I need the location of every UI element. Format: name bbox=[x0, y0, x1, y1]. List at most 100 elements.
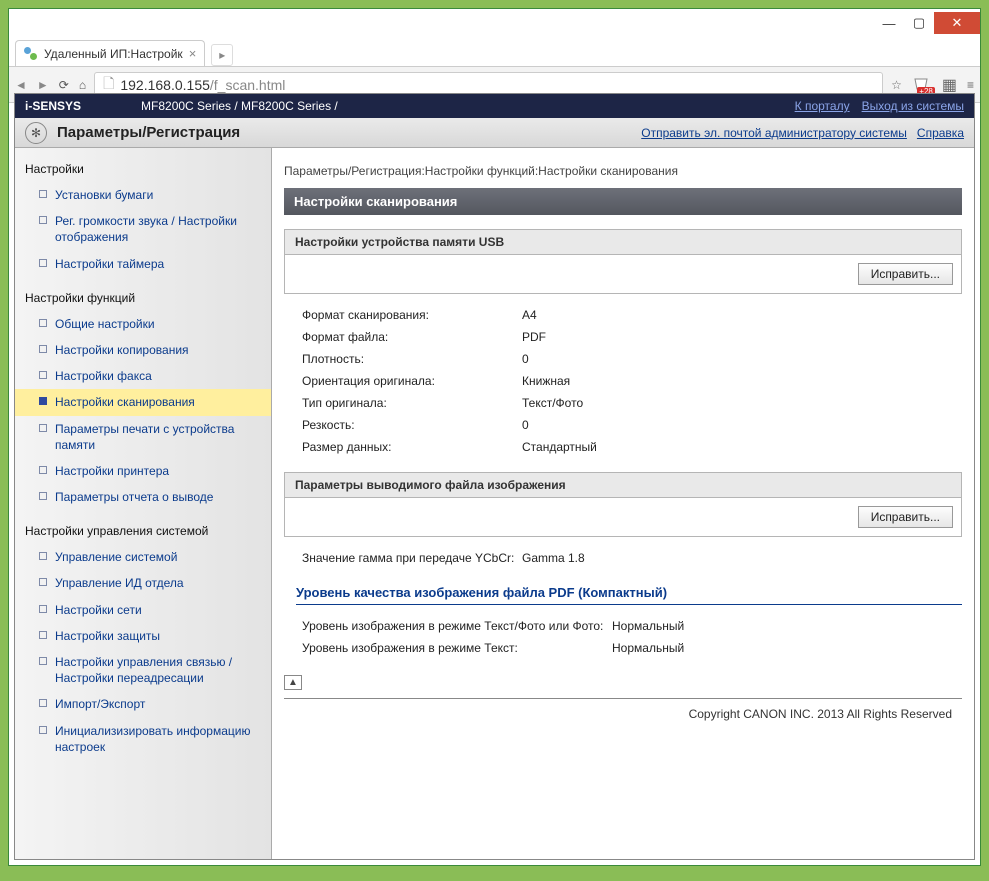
bullet-icon bbox=[39, 578, 47, 586]
setting-value: Нормальный bbox=[612, 641, 684, 655]
home-button[interactable]: ⌂ bbox=[79, 78, 86, 92]
breadcrumb: Параметры/Регистрация:Настройки функций:… bbox=[284, 158, 962, 188]
sidebar-item[interactable]: Общие настройки bbox=[15, 311, 271, 337]
setting-value: 0 bbox=[522, 418, 529, 432]
app-header: i-SENSYS MF8200C Series / MF8200C Series… bbox=[15, 94, 974, 118]
setting-value: Стандартный bbox=[522, 440, 597, 454]
product-name: i-SENSYS bbox=[25, 99, 81, 113]
back-button[interactable]: ◄ bbox=[15, 78, 27, 92]
sidebar-item[interactable]: Настройки факса bbox=[15, 363, 271, 389]
sidebar-item[interactable]: Параметры печати с устройства памяти bbox=[15, 416, 271, 458]
window-controls: — ▢ ✕ bbox=[874, 12, 980, 34]
sidebar-item-label: Настройки факса bbox=[55, 368, 152, 384]
window-titlebar: — ▢ ✕ bbox=[9, 9, 980, 37]
reload-button[interactable]: ⟳ bbox=[59, 78, 69, 92]
setting-value: 0 bbox=[522, 352, 529, 366]
minimize-button[interactable]: — bbox=[874, 12, 904, 34]
mail-admin-link[interactable]: Отправить эл. почтой администратору сист… bbox=[641, 126, 907, 140]
sidebar-item[interactable]: Параметры отчета о выводе bbox=[15, 484, 271, 510]
bullet-icon bbox=[39, 726, 47, 734]
setting-label: Уровень изображения в режиме Текст: bbox=[302, 641, 612, 655]
sidebar-item[interactable]: Настройки принтера bbox=[15, 458, 271, 484]
sidebar-item[interactable]: Настройки защиты bbox=[15, 623, 271, 649]
sidebar-item[interactable]: Настройки сети bbox=[15, 597, 271, 623]
sidebar-item-label: Общие настройки bbox=[55, 316, 155, 332]
section-output-head: Параметры выводимого файла изображения bbox=[284, 472, 962, 498]
sidebar-item[interactable]: Рег. громкости звука / Настройки отображ… bbox=[15, 208, 271, 250]
sidebar-item[interactable]: Настройки копирования bbox=[15, 337, 271, 363]
new-tab-button[interactable]: ▸ bbox=[211, 44, 233, 66]
sidebar-item-label: Настройки таймера bbox=[55, 256, 164, 272]
sidebar-item-label: Настройки управления связью / Настройки … bbox=[55, 654, 261, 686]
portal-link[interactable]: К порталу bbox=[795, 99, 850, 113]
scroll-top-icon[interactable]: ▲ bbox=[284, 675, 302, 690]
setting-row: Плотность:0 bbox=[302, 348, 962, 370]
sidebar-item-label: Настройки защиты bbox=[55, 628, 160, 644]
setting-value: Книжная bbox=[522, 374, 570, 388]
setting-label: Формат файла: bbox=[302, 330, 522, 344]
sidebar-group-head: Настройки bbox=[15, 156, 271, 182]
sidebar-item-label: Управление ИД отдела bbox=[55, 575, 184, 591]
menu-icon[interactable]: ≡ bbox=[967, 78, 974, 92]
pdf-quality-subhead: Уровень качества изображения файла PDF (… bbox=[296, 581, 962, 605]
favicon-icon bbox=[24, 47, 38, 61]
bullet-icon bbox=[39, 371, 47, 379]
bullet-icon bbox=[39, 259, 47, 267]
sidebar-item-label: Рег. громкости звука / Настройки отображ… bbox=[55, 213, 261, 245]
tab-close-icon[interactable]: × bbox=[189, 46, 197, 61]
sidebar-item-label: Настройки сети bbox=[55, 602, 142, 618]
setting-label: Тип оригинала: bbox=[302, 396, 522, 410]
sidebar-item[interactable]: Импорт/Экспорт bbox=[15, 691, 271, 717]
bullet-icon bbox=[39, 657, 47, 665]
setting-label: Формат сканирования: bbox=[302, 308, 522, 322]
setting-label: Значение гамма при передаче YCbCr: bbox=[302, 551, 522, 565]
help-link[interactable]: Справка bbox=[917, 126, 964, 140]
star-icon[interactable]: ☆ bbox=[891, 78, 902, 92]
nav-buttons: ◄ ► ⟳ ⌂ bbox=[15, 78, 86, 92]
section-output-actions: Исправить... bbox=[284, 498, 962, 537]
setting-value: A4 bbox=[522, 308, 537, 322]
sidebar-item[interactable]: Инициализизировать информацию настроек bbox=[15, 718, 271, 760]
setting-row: Уровень изображения в режиме Текст:Норма… bbox=[302, 637, 962, 659]
edit-button-usb[interactable]: Исправить... bbox=[858, 263, 953, 285]
setting-row: Размер данных:Стандартный bbox=[302, 436, 962, 458]
bullet-icon bbox=[39, 397, 47, 405]
bullet-icon bbox=[39, 345, 47, 353]
bullet-icon bbox=[39, 466, 47, 474]
sidebar-item[interactable]: Установки бумаги bbox=[15, 182, 271, 208]
sidebar-item[interactable]: Настройки сканирования bbox=[15, 389, 271, 415]
footer: Copyright CANON INC. 2013 All Rights Res… bbox=[284, 698, 962, 721]
bookmarks-icon[interactable]: ▦ bbox=[942, 75, 957, 95]
extension-button[interactable]: +28 bbox=[912, 76, 932, 94]
url-host: 192.168.0.155 bbox=[120, 77, 210, 93]
url-path: /f_scan.html bbox=[210, 77, 285, 93]
tab-title: Удаленный ИП:Настройк bbox=[44, 47, 183, 61]
logout-link[interactable]: Выход из системы bbox=[862, 99, 964, 113]
sidebar-item-label: Параметры отчета о выводе bbox=[55, 489, 213, 505]
browser-tab[interactable]: Удаленный ИП:Настройк × bbox=[15, 40, 205, 66]
setting-label: Плотность: bbox=[302, 352, 522, 366]
maximize-button[interactable]: ▢ bbox=[904, 12, 934, 34]
tab-strip: Удаленный ИП:Настройк × ▸ bbox=[9, 37, 980, 67]
close-button[interactable]: ✕ bbox=[934, 12, 980, 34]
setting-row: Формат сканирования:A4 bbox=[302, 304, 962, 326]
bullet-icon bbox=[39, 492, 47, 500]
toolbar-icons: ☆ +28 ▦ ≡ bbox=[891, 75, 974, 95]
setting-label: Размер данных: bbox=[302, 440, 522, 454]
browser-window: — ▢ ✕ Удаленный ИП:Настройк × ▸ ◄ ► ⟳ ⌂ … bbox=[8, 8, 981, 866]
section-usb-actions: Исправить... bbox=[284, 255, 962, 294]
edit-button-output[interactable]: Исправить... bbox=[858, 506, 953, 528]
sidebar: Настройки Установки бумаги Рег. громкости … bbox=[15, 148, 272, 859]
sidebar-item[interactable]: Управление системой bbox=[15, 544, 271, 570]
sidebar-item-label: Настройки копирования bbox=[55, 342, 189, 358]
setting-value: PDF bbox=[522, 330, 546, 344]
sidebar-item[interactable]: Настройки управления связью / Настройки … bbox=[15, 649, 271, 691]
sidebar-item[interactable]: Управление ИД отдела bbox=[15, 570, 271, 596]
forward-button[interactable]: ► bbox=[37, 78, 49, 92]
sidebar-item-label: Установки бумаги bbox=[55, 187, 153, 203]
page-heading: Параметры/Регистрация bbox=[57, 124, 240, 141]
sidebar-item[interactable]: Настройки таймера bbox=[15, 251, 271, 277]
setting-value: Gamma 1.8 bbox=[522, 551, 585, 565]
sidebar-item-label: Управление системой bbox=[55, 549, 177, 565]
setting-row: Формат файла:PDF bbox=[302, 326, 962, 348]
